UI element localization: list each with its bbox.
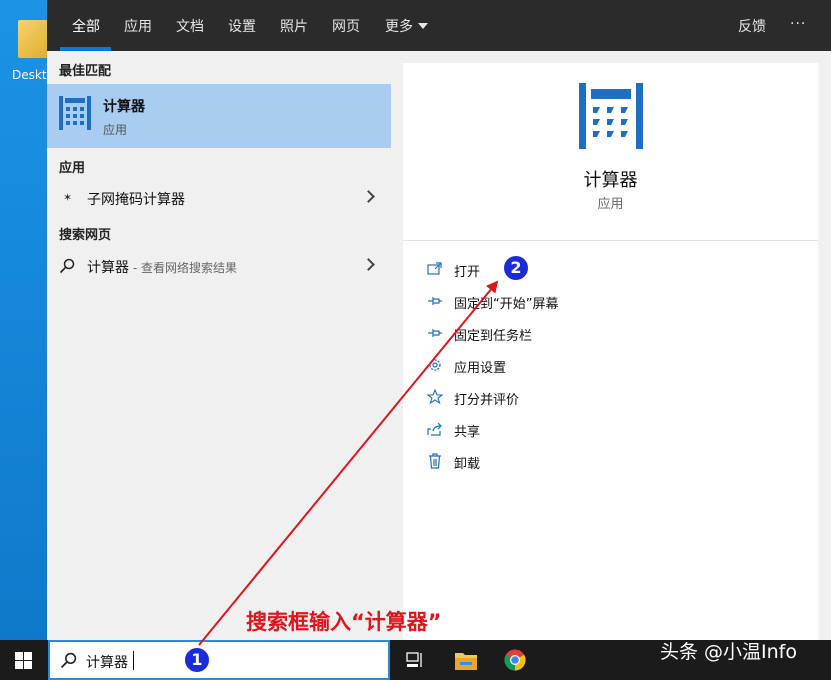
watermark: 头条 @小温Info — [660, 641, 797, 663]
annotation-text: 搜索框输入“计算器” — [246, 610, 442, 634]
step-badge-1: 1 — [183, 646, 211, 674]
annotation-arrow — [198, 280, 499, 646]
step-badge-2: 2 — [502, 254, 530, 282]
